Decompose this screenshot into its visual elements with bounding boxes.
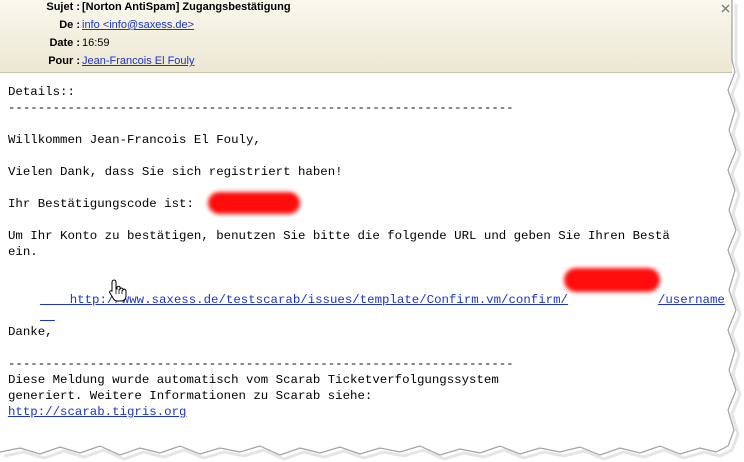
details-heading: Details::	[8, 85, 75, 99]
scarab-link[interactable]: http://scarab.tigris.org	[8, 404, 186, 420]
greeting-text: Willkommen Jean-Francois El Fouly,	[8, 133, 261, 147]
redacted-code	[208, 192, 300, 214]
redacted-token	[564, 268, 660, 292]
date-label: Date :	[49, 37, 80, 49]
footer-line-1: Diese Meldung wurde automatisch vom Scar…	[8, 373, 499, 387]
confirm-url-tail[interactable]: /username	[658, 293, 725, 307]
hand-pointer-icon	[109, 279, 127, 302]
instructions-line-2: ein.	[8, 245, 38, 259]
date-value: 16:59	[82, 37, 110, 49]
message-header: Sujet : [Norton AntiSpam] Zugangsbestäti…	[0, 0, 732, 73]
subject-label: Sujet :	[46, 1, 80, 13]
from-label: De :	[59, 19, 80, 31]
danke-text: Danke,	[8, 325, 53, 339]
close-icon[interactable]	[721, 4, 730, 13]
thanks-text: Vielen Dank, dass Sie sich registriert h…	[8, 165, 343, 179]
separator-line-2: ----------------------------------------…	[8, 357, 514, 371]
from-link[interactable]: info <info@saxess.de>	[82, 19, 194, 31]
separator-line: ----------------------------------------…	[8, 101, 514, 115]
to-label: Pour :	[48, 55, 80, 67]
instructions-line-1: Um Ihr Konto zu bestätigen, benutzen Sie…	[8, 229, 670, 243]
to-link[interactable]: Jean-Francois El Fouly	[82, 55, 195, 67]
footer-line-2: generiert. Weitere Informationen zu Scar…	[8, 389, 373, 403]
message-body: Details:: ------------------------------…	[8, 84, 732, 444]
subject-value: [Norton AntiSpam] Zugangsbestätigung	[82, 1, 291, 13]
code-label: Ihr Bestätigungscode ist:	[8, 197, 194, 211]
confirm-url-text[interactable]: http://www.saxess.de/testscarab/issues/t…	[70, 293, 568, 307]
